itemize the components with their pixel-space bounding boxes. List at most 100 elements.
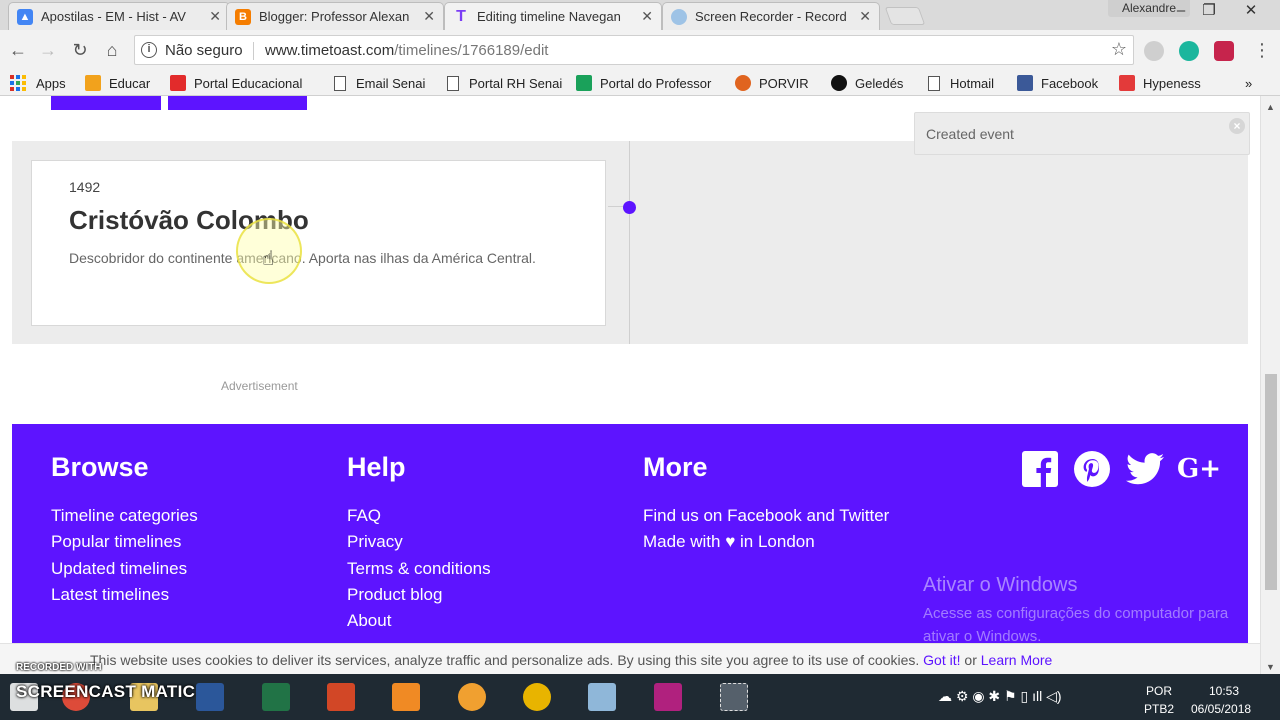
got-it-link[interactable]: Got it! [923, 652, 960, 668]
tab-apostilas[interactable]: ▲ Apostilas - EM - Hist - AV ✕ [8, 2, 230, 30]
bookmark-porvir[interactable]: PORVIR [735, 74, 809, 92]
document-icon [447, 75, 459, 91]
minimize-icon[interactable]: – [1166, 0, 1196, 22]
bookmark-label: Facebook [1041, 75, 1099, 91]
extension-icon[interactable] [1144, 41, 1164, 61]
bookmarks-overflow-button[interactable]: » [1245, 74, 1252, 92]
divider [253, 42, 254, 60]
powerpoint-icon[interactable] [327, 683, 355, 711]
home-icon[interactable]: ⌂ [100, 38, 124, 62]
windows-activation-title: Ativar o Windows [923, 574, 1078, 596]
footer-link[interactable]: Timeline categories [51, 503, 198, 529]
footer-more: More Find us on Facebook and Twitter Mad… [643, 452, 889, 556]
scroll-up-icon[interactable]: ▲ [1266, 102, 1275, 112]
bookmark-portal-do-professor[interactable]: Portal do Professor [576, 74, 711, 92]
snipping-tool-icon[interactable] [720, 683, 748, 711]
bookmark-facebook[interactable]: Facebook [1017, 74, 1098, 92]
event-year: 1492 [69, 179, 101, 195]
tab-title: Apostilas - EM - Hist - AV [41, 9, 186, 24]
audio-app-icon[interactable] [523, 683, 551, 711]
word-icon[interactable] [196, 683, 224, 711]
bookmark-label: Portal RH Senai [469, 75, 563, 91]
google-plus-icon[interactable]: G+ [1177, 450, 1221, 488]
forward-icon[interactable]: → [36, 38, 60, 62]
cookie-message: This website uses cookies to deliver its… [90, 652, 920, 668]
footer-made-with: Made with ♥ in London [643, 532, 815, 552]
footer-link[interactable]: Find us on Facebook and Twitter [643, 503, 889, 529]
bookmark-label: Educar [109, 75, 151, 91]
timeline-axis [629, 141, 630, 344]
mendeley-icon[interactable] [1179, 41, 1199, 61]
footer-link[interactable]: Terms & conditions [347, 556, 491, 582]
restore-icon[interactable]: ❐ [1194, 0, 1224, 22]
bookmark-educar[interactable]: Educar [85, 74, 150, 92]
excel-icon[interactable] [262, 683, 290, 711]
footer-link[interactable]: Latest timelines [51, 582, 198, 608]
learn-more-link[interactable]: Learn More [981, 652, 1053, 668]
bookmark-email-senai[interactable]: Email Senai [334, 74, 425, 92]
tab-blogger[interactable]: B Blogger: Professor Alexan ✕ [226, 2, 444, 30]
event-connector [608, 206, 624, 207]
language-indicator[interactable]: POR [1146, 684, 1172, 698]
facebook-icon[interactable] [1021, 450, 1059, 488]
bookmark-hypeness[interactable]: Hypeness [1119, 74, 1201, 92]
close-tab-icon[interactable]: ✕ [859, 8, 871, 25]
top-button[interactable] [168, 96, 307, 110]
footer-help: Help FAQ Privacy Terms & conditions Prod… [347, 452, 491, 634]
butterfly-app-icon[interactable] [458, 683, 486, 711]
close-tab-icon[interactable]: ✕ [641, 8, 653, 25]
pocket-icon[interactable] [1214, 41, 1234, 61]
menu-icon[interactable]: ⋮ [1250, 38, 1274, 62]
bookmark-star-icon[interactable]: ☆ [1111, 39, 1127, 60]
url-path: /timelines/1766189/edit [394, 42, 549, 59]
security-label[interactable]: Não seguro [165, 42, 243, 59]
footer-heading: Help [347, 452, 406, 482]
cookie-or: or [964, 652, 977, 668]
pdf-icon[interactable] [392, 683, 420, 711]
document-icon [334, 75, 346, 91]
advertisement-label: Advertisement [221, 379, 298, 393]
scrollbar-thumb[interactable] [1265, 374, 1277, 590]
pinterest-icon[interactable] [1073, 450, 1111, 488]
cookie-consent-bar: This website uses cookies to deliver its… [0, 643, 1260, 674]
bookmark-portal-educacional[interactable]: Portal Educacional [170, 74, 302, 92]
url-host: www.timetoast.com [265, 42, 395, 59]
close-toast-icon[interactable]: × [1229, 118, 1245, 134]
scroll-down-icon[interactable]: ▼ [1266, 662, 1275, 672]
clock-date[interactable]: 06/05/2018 [1191, 702, 1251, 716]
address-bar[interactable]: i Não seguro www.timetoast.com/timelines… [134, 35, 1134, 65]
url-text[interactable]: www.timetoast.com/timelines/1766189/edit [265, 42, 548, 59]
tab-screen-recorder[interactable]: Screen Recorder - Record ✕ [662, 2, 880, 30]
paint-icon[interactable] [588, 683, 616, 711]
close-tab-icon[interactable]: ✕ [423, 8, 435, 25]
reload-icon[interactable]: ↻ [68, 38, 92, 62]
close-window-icon[interactable]: ✕ [1236, 0, 1266, 22]
bookmark-geledes[interactable]: Geledés [831, 74, 903, 92]
bookmark-hotmail[interactable]: Hotmail [928, 74, 994, 92]
event-card[interactable]: 1492 Cristóvão Colombo Descobridor do co… [31, 160, 606, 326]
footer-link[interactable]: Privacy [347, 529, 491, 555]
clock-time[interactable]: 10:53 [1209, 684, 1239, 698]
top-button[interactable] [51, 96, 161, 110]
close-tab-icon[interactable]: ✕ [209, 8, 221, 25]
back-icon[interactable]: ← [6, 38, 30, 62]
event-marker[interactable] [623, 201, 636, 214]
new-tab-button[interactable] [884, 7, 926, 25]
footer-link[interactable]: Product blog [347, 582, 491, 608]
keyboard-layout[interactable]: PTB2 [1144, 702, 1174, 716]
bookmark-apps[interactable]: Apps [10, 74, 66, 92]
tray-icons[interactable]: ☁ ⚙ ◉ ✱ ⚑ ▯ ıll ◁) [938, 688, 1062, 705]
tab-editing-timeline[interactable]: T Editing timeline Navegan ✕ [444, 2, 662, 30]
page-scrollbar[interactable]: ▲ ▼ [1260, 96, 1280, 674]
footer-link[interactable]: Popular timelines [51, 529, 198, 555]
facebook-icon [1017, 75, 1033, 91]
footer-link[interactable]: Updated timelines [51, 556, 198, 582]
footer-link[interactable]: FAQ [347, 503, 491, 529]
bookmark-portal-rh-senai[interactable]: Portal RH Senai [447, 74, 562, 92]
info-icon[interactable]: i [141, 42, 157, 58]
camera-app-icon[interactable] [654, 683, 682, 711]
footer-link[interactable]: About [347, 608, 491, 634]
twitter-icon[interactable] [1125, 450, 1165, 488]
bookmark-label: Hypeness [1143, 75, 1201, 91]
google-drive-icon: ▲ [17, 8, 33, 25]
